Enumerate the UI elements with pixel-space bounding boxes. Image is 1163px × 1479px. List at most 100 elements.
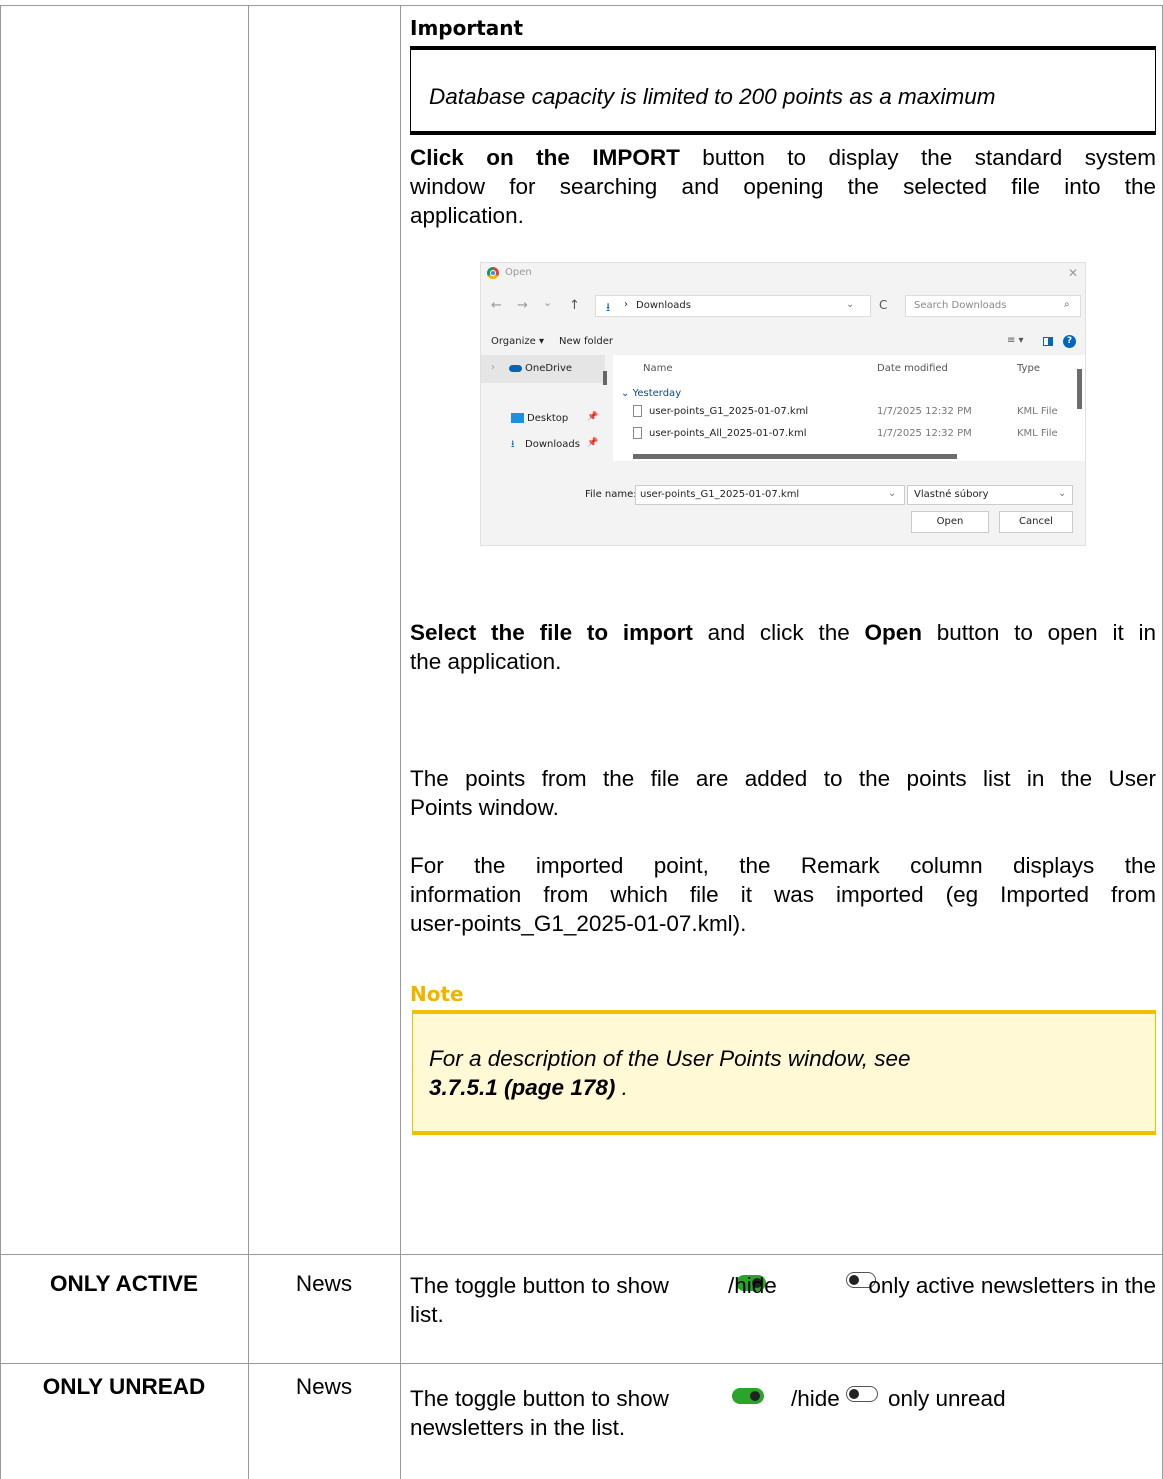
view-options-icon[interactable]: ≡ ▾ — [1007, 335, 1024, 346]
file-icon — [633, 405, 642, 417]
file-icon — [633, 427, 642, 439]
preview-pane-icon[interactable] — [1043, 337, 1053, 346]
file-list: Name Date modified Type ⌄ Yesterday user… — [603, 355, 1085, 461]
row-text-3: list. — [410, 1302, 444, 1327]
points-added-2: Points window. — [410, 795, 559, 820]
note-ref-end: . — [615, 1075, 628, 1100]
forward-arrow-icon[interactable]: → — [517, 298, 528, 313]
import-text-2: window for searching and opening the sel… — [410, 174, 1156, 199]
points-added-paragraph: The points from the file are added to th… — [410, 764, 1156, 822]
row-text-2: only active newsletters in the — [868, 1273, 1156, 1298]
sidebar-item-desktop[interactable]: Desktop 📌 — [481, 409, 605, 431]
row-text-hide: /hide — [791, 1386, 840, 1411]
pin-icon: 📌 — [587, 412, 599, 422]
sidebar-desktop-label: Desktop — [527, 413, 569, 424]
back-arrow-icon[interactable]: ← — [491, 298, 502, 313]
points-added-1: The points from the file are added to th… — [410, 766, 1156, 791]
row-description-only-unread: The toggle button to show /hide only unr… — [410, 1384, 1156, 1442]
expand-chevron-icon: › — [491, 362, 495, 373]
refresh-icon[interactable]: C — [879, 298, 887, 312]
address-bar[interactable]: ⭳ › Downloads ⌄ — [595, 295, 871, 317]
open-button-label: Open — [936, 516, 964, 527]
sidebar-downloads-label: Downloads — [525, 439, 580, 450]
import-text-1: button to display the standard system — [679, 145, 1156, 170]
file-row[interactable]: user-points_All_2025-01-07.kml 1/7/2025 … — [613, 425, 1063, 445]
file-type-value: Vlastné súbory — [914, 489, 989, 500]
note-text-1: For a description of the User Points win… — [429, 1046, 911, 1071]
horizontal-scrollbar[interactable] — [633, 454, 957, 459]
toggle-on-icon — [732, 1388, 764, 1404]
column-header-name[interactable]: Name — [643, 363, 673, 374]
column-header-type[interactable]: Type — [1017, 363, 1040, 374]
file-name-label: File name: — [585, 489, 637, 500]
import-paragraph: Click on the IMPORT button to display th… — [410, 143, 1156, 230]
important-box: Database capacity is limited to 200 poin… — [410, 46, 1156, 135]
close-icon[interactable]: ✕ — [1068, 266, 1078, 280]
search-icon: ⌕ — [1064, 299, 1070, 310]
file-name-input[interactable]: user-points_G1_2025-01-07.kml ⌄ — [635, 485, 905, 505]
row-context-only-active: News — [295, 1271, 353, 1296]
open-button[interactable]: Open — [911, 511, 989, 533]
row-text-2: only unread — [888, 1386, 1006, 1411]
row-divider-2 — [0, 1363, 1163, 1364]
new-folder-button[interactable]: New folder — [559, 336, 613, 347]
row-text-1: The toggle button to show — [410, 1386, 669, 1411]
note-text: For a description of the User Points win… — [429, 1044, 911, 1102]
up-arrow-icon[interactable]: ↑ — [569, 298, 580, 313]
group-header[interactable]: ⌄ Yesterday — [621, 388, 681, 399]
row-text-hide: /hide — [728, 1273, 777, 1298]
select-rest-1: button to open it in — [922, 620, 1156, 645]
table-top-border — [0, 5, 1163, 6]
file-type-select[interactable]: Vlastné súbory ⌄ — [907, 485, 1073, 505]
file-name: user-points_All_2025-01-07.kml — [649, 428, 807, 439]
vertical-scrollbar[interactable] — [1077, 369, 1082, 409]
chrome-icon — [487, 267, 499, 279]
organize-button[interactable]: Organize ▾ — [491, 336, 544, 347]
sidebar-item-downloads[interactable]: ⭳ Downloads 📌 — [481, 435, 605, 457]
column-header-date[interactable]: Date modified — [877, 363, 948, 374]
download-icon: ⭳ — [606, 300, 611, 314]
column-divider-1 — [248, 5, 249, 1479]
import-bold: Click on the IMPORT — [410, 145, 680, 170]
row-text-3: newsletters in the list. — [410, 1415, 626, 1440]
dialog-title-bar: Open ✕ — [481, 263, 1085, 285]
note-box: For a description of the User Points win… — [412, 1010, 1156, 1135]
file-name-value: user-points_G1_2025-01-07.kml — [640, 489, 800, 500]
file-row[interactable]: user-points_G1_2025-01-07.kml 1/7/2025 1… — [613, 403, 1063, 423]
download-icon: ⭳ — [511, 439, 515, 450]
remark-paragraph: For the imported point, the Remark colum… — [410, 851, 1156, 938]
left-scroll-thumb[interactable] — [603, 371, 607, 385]
row-description-only-active: The toggle button to show /hide only act… — [410, 1271, 1156, 1329]
row-label-only-unread: ONLY UNREAD — [42, 1374, 206, 1399]
file-date: 1/7/2025 12:32 PM — [877, 428, 972, 439]
row-label-only-active: ONLY ACTIVE — [50, 1271, 198, 1296]
address-dropdown-icon[interactable]: ⌄ — [846, 299, 854, 310]
path-folder: Downloads — [636, 300, 691, 311]
search-input[interactable]: Search Downloads ⌕ — [905, 295, 1081, 317]
onedrive-icon — [509, 365, 522, 372]
cancel-button-label: Cancel — [1019, 516, 1053, 527]
file-type: KML File — [1017, 406, 1058, 417]
chevron-down-icon: ⌄ — [1058, 488, 1067, 499]
sidebar-onedrive-label: OneDrive — [525, 363, 573, 374]
note-reference-link[interactable]: 3.7.5.1 (page 178) — [429, 1075, 615, 1100]
import-text-3: application. — [410, 203, 524, 228]
remark-1: For the imported point, the Remark colum… — [410, 853, 1156, 878]
open-file-dialog: Open ✕ ← → ⌄ ↑ ⭳ › Downloads ⌄ C Search … — [480, 262, 1086, 546]
sidebar-item-onedrive[interactable]: › OneDrive — [481, 355, 605, 383]
note-title: Note — [410, 982, 464, 1006]
pin-icon: 📌 — [587, 438, 599, 448]
path-separator: › — [624, 299, 628, 310]
dialog-toolbar: Organize ▾ New folder ≡ ▾ ? — [481, 333, 1085, 353]
group-label: Yesterday — [632, 388, 682, 399]
select-bold: Select the file to import — [410, 620, 693, 645]
row-divider-1 — [0, 1254, 1163, 1255]
recent-chevron-icon[interactable]: ⌄ — [543, 296, 552, 309]
select-mid: and click the — [692, 620, 865, 645]
file-name: user-points_G1_2025-01-07.kml — [649, 406, 809, 417]
file-type: KML File — [1017, 428, 1058, 439]
cancel-button[interactable]: Cancel — [999, 511, 1073, 533]
table-left-border — [0, 5, 1, 1479]
desktop-icon — [511, 413, 524, 423]
help-icon[interactable]: ? — [1063, 335, 1076, 348]
